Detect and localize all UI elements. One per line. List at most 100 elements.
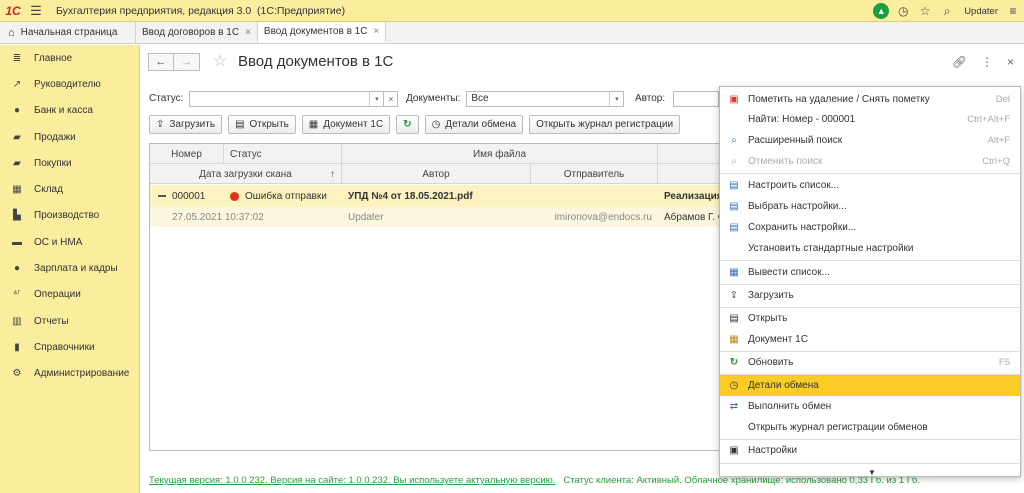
sidebar-item-operations[interactable]: ᴬᵀ Операции	[0, 282, 139, 308]
menu-item-exchange-details[interactable]: ◷ Детали обмена	[720, 375, 1020, 396]
documents-field[interactable]: Все ▾	[466, 90, 625, 107]
status-label: Статус:	[149, 93, 184, 104]
user-name[interactable]: Updater	[964, 6, 998, 17]
col-author[interactable]: Автор	[342, 164, 531, 184]
tab-documents[interactable]: Ввод документов в 1С ×	[257, 22, 387, 43]
menu-item-settings[interactable]: ▣ Настройки	[720, 440, 1020, 461]
menu-item-default-settings[interactable]: Установить стандартные настройки	[720, 238, 1020, 259]
sidebar-item-salary[interactable]: ● Зарплата и кадры	[0, 255, 139, 281]
sidebar-item-bank[interactable]: ● Банк и касса	[0, 98, 139, 124]
menu-item-find[interactable]: Найти: Номер - 000001 Ctrl+Alt+F	[720, 109, 1020, 130]
author-label: Автор:	[635, 93, 666, 104]
author-field[interactable]	[673, 90, 720, 107]
error-status-icon	[230, 191, 239, 201]
menu-item-configure-list[interactable]: ▤ Настроить список...	[720, 175, 1020, 196]
refresh-icon: ↻	[729, 357, 739, 368]
scroll-down-icon[interactable]: ▼	[868, 468, 876, 477]
history-icon: ◷	[431, 119, 441, 130]
sidebar-item-manager[interactable]: ↗ Руководителю	[0, 71, 139, 97]
sidebar-item-reports[interactable]: ▥ Отчеты	[0, 308, 139, 334]
menu-item-exchange-journal[interactable]: Открыть журнал регистрации обменов	[720, 417, 1020, 438]
hamburger-icon[interactable]: ☰	[26, 3, 46, 19]
operations-icon: ᴬᵀ	[13, 291, 21, 299]
basket-icon: ▰	[13, 157, 21, 169]
version-link[interactable]: Текущая версия: 1.0.0.232. Версия на сай…	[149, 475, 555, 486]
sidebar-item-admin[interactable]: ⚙ Администрирование	[0, 361, 139, 387]
sidebar-item-catalogs[interactable]: ▮ Справочники	[0, 334, 139, 360]
menu-item-run-exchange[interactable]: ⇄ Выполнить обмен	[720, 396, 1020, 417]
menu-item-open[interactable]: ▤ Открыть	[720, 308, 1020, 329]
col-sender[interactable]: Отправитель	[531, 164, 658, 184]
close-icon[interactable]: ×	[1007, 55, 1014, 69]
upload-icon: ⇪	[729, 290, 739, 301]
delete-mark-icon: ▣	[729, 94, 739, 105]
menu-item-choose-settings[interactable]: ▤ Выбрать настройки...	[720, 196, 1020, 217]
documents-label: Документы:	[406, 93, 461, 104]
search-icon: ⌕	[731, 135, 737, 146]
col-filename[interactable]: Имя файла	[342, 144, 658, 164]
history-icon: ◷	[729, 380, 739, 391]
factory-icon: ▙	[13, 210, 21, 222]
col-status[interactable]: Статус	[224, 144, 342, 164]
status-field[interactable]: ▾	[189, 90, 385, 107]
choose-settings-icon: ▤	[729, 201, 739, 212]
chevron-down-icon[interactable]: ▾	[609, 91, 623, 106]
open-icon: ▤	[729, 313, 739, 324]
menu-item-refresh[interactable]: ↻ Обновить F5	[720, 352, 1020, 373]
menu-item-mark-delete[interactable]: ▣ Пометить на удаление / Снять пометку Del	[720, 89, 1020, 110]
open-tabs: ⌂ Начальная страница Ввод договоров в 1С…	[0, 22, 1024, 44]
col-number[interactable]: Номер	[150, 144, 224, 164]
notifications-icon[interactable]: ▲	[870, 0, 892, 22]
sidebar-item-main[interactable]: ≣ Главное	[0, 45, 139, 71]
1c-logo: 1С	[5, 3, 21, 18]
menu-item-print-list[interactable]: ▦ Вывести список...	[720, 262, 1020, 283]
person-icon: ●	[13, 263, 21, 275]
search-icon[interactable]: ⌕	[936, 0, 958, 22]
menu-item-save-settings[interactable]: ▤ Сохранить настройки...	[720, 217, 1020, 238]
open-button[interactable]: ▤ Открыть	[228, 115, 296, 134]
forward-button[interactable]: →	[174, 53, 200, 71]
menu-item-cancel-search[interactable]: ⌕ Отменить поиск Ctrl+Q	[720, 151, 1020, 172]
coin-icon: ●	[13, 105, 21, 117]
document-1c-button[interactable]: ▦ Документ 1С	[301, 115, 391, 134]
exchange-icon: ⇄	[729, 401, 739, 412]
menu-item-document-1c[interactable]: ▦ Документ 1С	[720, 329, 1020, 350]
page-title: Ввод документов в 1С	[238, 53, 394, 70]
tab-contracts[interactable]: Ввод договоров в 1С ×	[136, 22, 258, 43]
sidebar-item-sales[interactable]: ▰ Продажи	[0, 124, 139, 150]
cancel-search-icon: ⌕	[731, 156, 737, 167]
load-button[interactable]: ⇪ Загрузить	[149, 115, 223, 134]
back-button[interactable]: ←	[148, 53, 174, 71]
sidebar-item-assets[interactable]: ▬ ОС и НМА	[0, 229, 139, 255]
menu-item-load[interactable]: ⇪ Загрузить	[720, 285, 1020, 306]
exchange-details-button[interactable]: ◷ Детали обмена	[424, 115, 524, 134]
more-actions-menu: ▣ Пометить на удаление / Снять пометку Del…	[719, 86, 1021, 477]
list-icon: ≣	[12, 52, 22, 64]
history-icon[interactable]: ◷	[892, 0, 914, 22]
document-icon: ▦	[308, 119, 319, 130]
gear-icon: ⚙	[12, 368, 22, 380]
link-icon[interactable]: 🔗︎	[952, 55, 967, 69]
favorites-icon[interactable]: ☆	[914, 0, 936, 22]
collapse-icon[interactable]	[158, 195, 166, 197]
refresh-button[interactable]: ↻	[396, 115, 419, 134]
tab-home[interactable]: ⌂ Начальная страница	[0, 22, 136, 43]
chevron-down-icon[interactable]: ▾	[369, 91, 383, 106]
menu-icon[interactable]: ≡	[1002, 0, 1024, 22]
truck-icon: ▬	[12, 236, 22, 248]
close-icon[interactable]: ×	[245, 27, 251, 38]
col-scan-date[interactable]: Дата загрузки скана ↑	[150, 164, 342, 184]
sidebar-item-production[interactable]: ▙ Производство	[0, 203, 139, 229]
open-icon: ▤	[235, 119, 245, 130]
sidebar-item-purchases[interactable]: ▰ Покупки	[0, 150, 139, 176]
sidebar-item-warehouse[interactable]: ▦ Склад	[0, 176, 139, 202]
more-icon[interactable]: ⋮	[981, 55, 993, 69]
save-settings-icon: ▤	[729, 222, 739, 233]
document-icon: ▦	[729, 334, 739, 345]
menu-item-advanced-search[interactable]: ⌕ Расширенный поиск Alt+F	[720, 130, 1020, 151]
settings-icon: ▣	[729, 445, 739, 456]
open-journal-button[interactable]: Открыть журнал регистрации	[529, 115, 681, 134]
close-icon[interactable]: ×	[373, 26, 379, 37]
favorite-star-icon[interactable]: ☆	[213, 51, 227, 71]
clear-status-button[interactable]: ×	[384, 90, 399, 107]
